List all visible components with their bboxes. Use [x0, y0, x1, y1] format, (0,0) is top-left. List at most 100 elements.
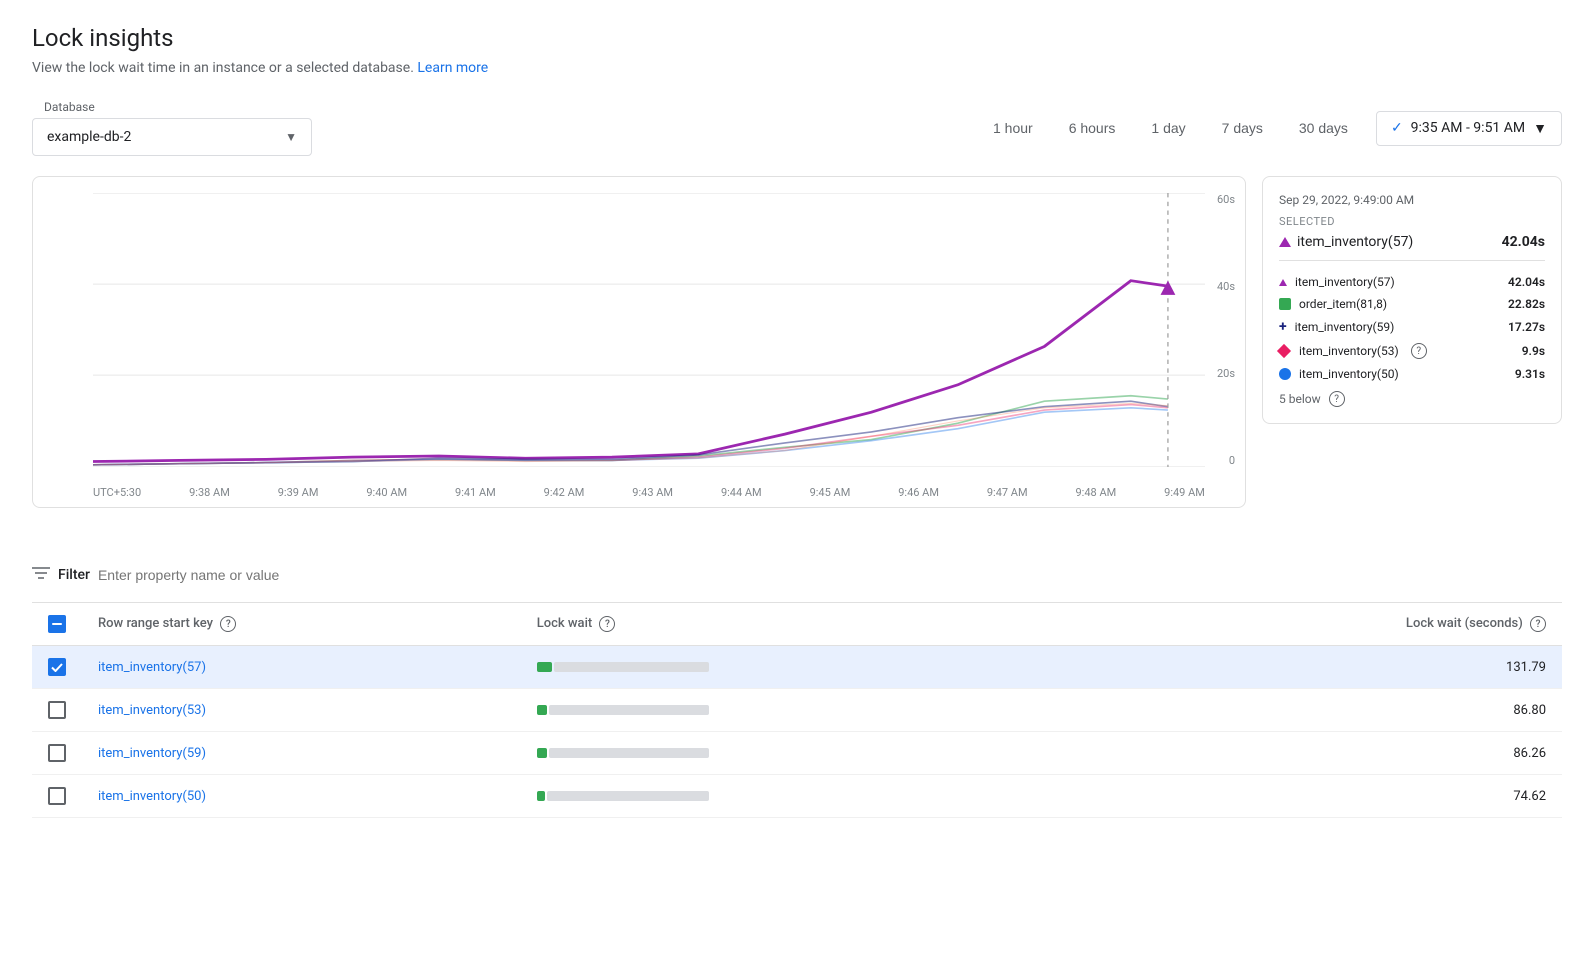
database-selector: Database example-db-2 ▼ — [32, 100, 312, 156]
tooltip-panel: Sep 29, 2022, 9:49:00 AM SELECTED item_i… — [1262, 176, 1562, 532]
x-label-946: 9:46 AM — [898, 486, 939, 499]
time-7days-button[interactable]: 7 days — [1214, 116, 1271, 140]
time-range-picker[interactable]: ✓ 9:35 AM - 9:51 AM ▼ — [1376, 111, 1562, 146]
row-name-3: item_inventory(50) — [82, 775, 521, 818]
row-link-1[interactable]: item_inventory(53) — [98, 703, 206, 718]
row-checkbox-0[interactable] — [32, 646, 82, 689]
database-selected-value: example-db-2 — [47, 129, 131, 145]
legend-item-0: item_inventory(57) 42.04s — [1279, 271, 1545, 293]
x-label-944: 9:44 AM — [721, 486, 762, 499]
row-checkbox-2[interactable] — [32, 732, 82, 775]
legend-below-help-icon[interactable]: ? — [1329, 391, 1345, 407]
legend-value-4: 9.31s — [1515, 367, 1545, 381]
y-label-20: 20s — [1217, 367, 1235, 380]
table-row: item_inventory(59) 86.26 — [32, 732, 1562, 775]
y-label-60: 60s — [1217, 193, 1235, 206]
table-header-lock-wait: Lock wait ? — [521, 603, 1119, 646]
legend-item-3: item_inventory(53) ? 9.9s — [1279, 339, 1545, 363]
database-dropdown[interactable]: example-db-2 ▼ — [32, 118, 312, 156]
row-value-0: 131.79 — [1119, 646, 1562, 689]
page-title: Lock insights — [32, 24, 1562, 52]
legend-icon-0 — [1279, 275, 1287, 289]
tooltip-selected-row: item_inventory(57) 42.04s — [1279, 234, 1545, 250]
x-label-949: 9:49 AM — [1164, 486, 1205, 499]
data-table: Row range start key ? Lock wait ? Lock w… — [32, 602, 1562, 818]
tooltip-selected-name: item_inventory(57) — [1297, 234, 1413, 250]
legend-icon-2: + — [1279, 319, 1287, 335]
x-label-942: 9:42 AM — [544, 486, 585, 499]
selected-item-icon — [1279, 237, 1291, 247]
legend-item-4: item_inventory(50) 9.31s — [1279, 363, 1545, 385]
legend-icon-4 — [1279, 368, 1291, 380]
row-bar-2 — [521, 732, 1119, 775]
learn-more-link[interactable]: Learn more — [417, 60, 488, 76]
filter-input[interactable] — [98, 567, 1562, 583]
row-link-3[interactable]: item_inventory(50) — [98, 789, 206, 804]
table-header-lock-wait-seconds: Lock wait (seconds) ? — [1119, 603, 1562, 646]
legend-name-1: order_item(81,8) — [1299, 297, 1387, 311]
row-value-3: 74.62 — [1119, 775, 1562, 818]
chart-area: 60s 40s 20s 0 — [33, 177, 1245, 507]
row-name-1: item_inventory(53) — [82, 689, 521, 732]
legend-icon-3 — [1277, 344, 1291, 358]
legend-item-2: + item_inventory(59) 17.27s — [1279, 315, 1545, 339]
dropdown-arrow-icon: ▼ — [1533, 120, 1547, 137]
time-6hours-button[interactable]: 6 hours — [1061, 116, 1124, 140]
lock-wait-help-icon[interactable]: ? — [599, 616, 615, 632]
row-link-2[interactable]: item_inventory(59) — [98, 746, 206, 761]
row-bar-1 — [521, 689, 1119, 732]
x-label-939: 9:39 AM — [278, 486, 319, 499]
time-1day-button[interactable]: 1 day — [1143, 116, 1193, 140]
tooltip-selected-value: 42.04s — [1502, 234, 1545, 250]
x-label-943: 9:43 AM — [632, 486, 673, 499]
time-1hour-button[interactable]: 1 hour — [985, 116, 1041, 140]
row-checkbox-1[interactable] — [32, 689, 82, 732]
filter-icon — [32, 566, 50, 584]
y-label-40: 40s — [1217, 280, 1235, 293]
table-row: item_inventory(50) 74.62 — [32, 775, 1562, 818]
table-row: item_inventory(57) 131.79 — [32, 646, 1562, 689]
row-name-0: item_inventory(57) — [82, 646, 521, 689]
row-value-2: 86.26 — [1119, 732, 1562, 775]
table-row: item_inventory(53) 86.80 — [32, 689, 1562, 732]
controls-row: Database example-db-2 ▼ 1 hour 6 hours 1… — [32, 100, 1562, 156]
time-30days-button[interactable]: 30 days — [1291, 116, 1356, 140]
row-link-0[interactable]: item_inventory(57) — [98, 660, 206, 675]
legend-list: item_inventory(57) 42.04s order_item(81,… — [1279, 271, 1545, 385]
chevron-down-icon: ▼ — [285, 130, 297, 144]
check-icon: ✓ — [1391, 120, 1403, 136]
row-range-help-icon[interactable]: ? — [220, 616, 236, 632]
chart-y-labels: 60s 40s 20s 0 — [1217, 193, 1235, 467]
x-label-940: 9:40 AM — [366, 486, 407, 499]
x-label-941: 9:41 AM — [455, 486, 496, 499]
chart-section: 60s 40s 20s 0 — [32, 176, 1246, 508]
legend-help-icon-3[interactable]: ? — [1411, 343, 1427, 359]
database-label: Database — [32, 100, 312, 114]
legend-name-3: item_inventory(53) — [1299, 344, 1399, 358]
chart-x-labels: UTC+5:30 9:38 AM 9:39 AM 9:40 AM 9:41 AM… — [93, 486, 1205, 499]
y-label-0: 0 — [1229, 454, 1235, 467]
legend-value-2: 17.27s — [1508, 320, 1545, 334]
filter-label: Filter — [58, 567, 90, 583]
legend-name-4: item_inventory(50) — [1299, 367, 1399, 381]
table-header-checkbox[interactable] — [32, 603, 82, 646]
legend-item-1: order_item(81,8) 22.82s — [1279, 293, 1545, 315]
table-header-row-range: Row range start key ? — [82, 603, 521, 646]
legend-icon-1 — [1279, 298, 1291, 310]
row-bar-3 — [521, 775, 1119, 818]
x-label-948: 9:48 AM — [1076, 486, 1117, 499]
row-checkbox-3[interactable] — [32, 775, 82, 818]
row-name-2: item_inventory(59) — [82, 732, 521, 775]
lock-wait-seconds-help-icon[interactable]: ? — [1530, 616, 1546, 632]
legend-below: 5 below ? — [1279, 391, 1545, 407]
x-label-947: 9:47 AM — [987, 486, 1028, 499]
legend-value-0: 42.04s — [1508, 275, 1545, 289]
row-value-1: 86.80 — [1119, 689, 1562, 732]
table-section: Filter Row range start key ? Lock — [32, 556, 1562, 818]
legend-value-3: 9.9s — [1522, 344, 1545, 358]
tooltip-selected-label: SELECTED — [1279, 215, 1545, 228]
page-subtitle: View the lock wait time in an instance o… — [32, 60, 1562, 76]
legend-name-2: item_inventory(59) — [1295, 320, 1395, 334]
filter-bar: Filter — [32, 556, 1562, 594]
row-bar-0 — [521, 646, 1119, 689]
